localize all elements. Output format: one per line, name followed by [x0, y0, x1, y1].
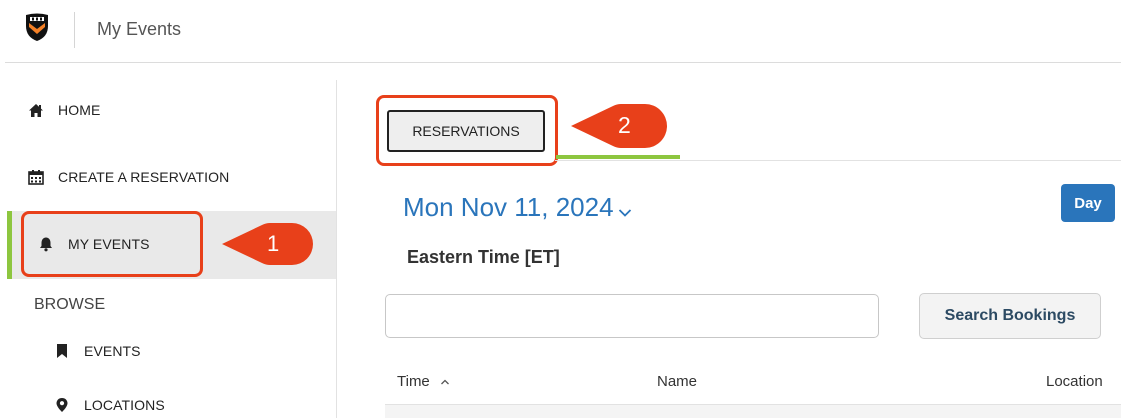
sidebar-active-indicator: [7, 211, 12, 279]
tab-bar-divider: [555, 160, 1121, 161]
search-bookings-button[interactable]: Search Bookings: [919, 293, 1101, 339]
sidebar-item-create-reservation[interactable]: CREATE A RESERVATION: [28, 169, 229, 185]
sidebar-item-my-events[interactable]: MY EVENTS: [38, 236, 150, 252]
map-pin-icon: [54, 397, 70, 413]
page-title: My Events: [97, 19, 182, 39]
calendar-icon: [28, 169, 44, 185]
sort-ascending-icon: [440, 373, 450, 390]
timezone-label: Eastern Time [ET]: [407, 247, 560, 267]
sidebar-item-label: LOCATIONS: [84, 397, 165, 413]
column-header-time[interactable]: Time: [397, 373, 450, 390]
callout-step-2-label: 2: [618, 112, 631, 138]
column-header-name[interactable]: Name: [657, 373, 697, 390]
tab-active-underline: [556, 155, 680, 159]
university-shield-icon[interactable]: [24, 12, 50, 47]
tab-reservations-wrap: RESERVATIONS: [387, 110, 545, 152]
app-header: My Events: [0, 0, 1121, 62]
sidebar-item-events[interactable]: EVENTS: [54, 343, 141, 359]
column-header-label: Time: [397, 373, 430, 390]
sidebar-item-label: EVENTS: [84, 343, 141, 359]
header-divider: [74, 12, 75, 48]
tab-reservations[interactable]: RESERVATIONS: [387, 110, 545, 152]
sidebar-item-label: MY EVENTS: [68, 236, 150, 252]
column-header-location[interactable]: Location: [1046, 373, 1103, 390]
date-selector[interactable]: Mon Nov 11, 2024: [403, 190, 632, 225]
callout-step-2: 2: [571, 103, 667, 154]
date-label: Mon Nov 11, 2024: [403, 192, 614, 222]
table-row: [385, 404, 1121, 418]
sidebar-divider: [336, 80, 337, 418]
header-divider-line: [5, 62, 1121, 63]
sidebar-item-label: CREATE A RESERVATION: [58, 169, 230, 185]
bell-icon: [38, 236, 54, 252]
day-view-button[interactable]: Day: [1061, 184, 1115, 222]
sidebar-item-label: HOME: [58, 102, 101, 118]
chevron-down-icon: [618, 194, 632, 225]
sidebar-item-home[interactable]: HOME: [28, 102, 100, 118]
home-icon: [28, 102, 44, 118]
bookmark-icon: [54, 343, 70, 359]
search-bookings-input[interactable]: [385, 294, 879, 338]
sidebar-item-locations[interactable]: LOCATIONS: [54, 397, 165, 413]
browse-heading: BROWSE: [34, 296, 106, 313]
